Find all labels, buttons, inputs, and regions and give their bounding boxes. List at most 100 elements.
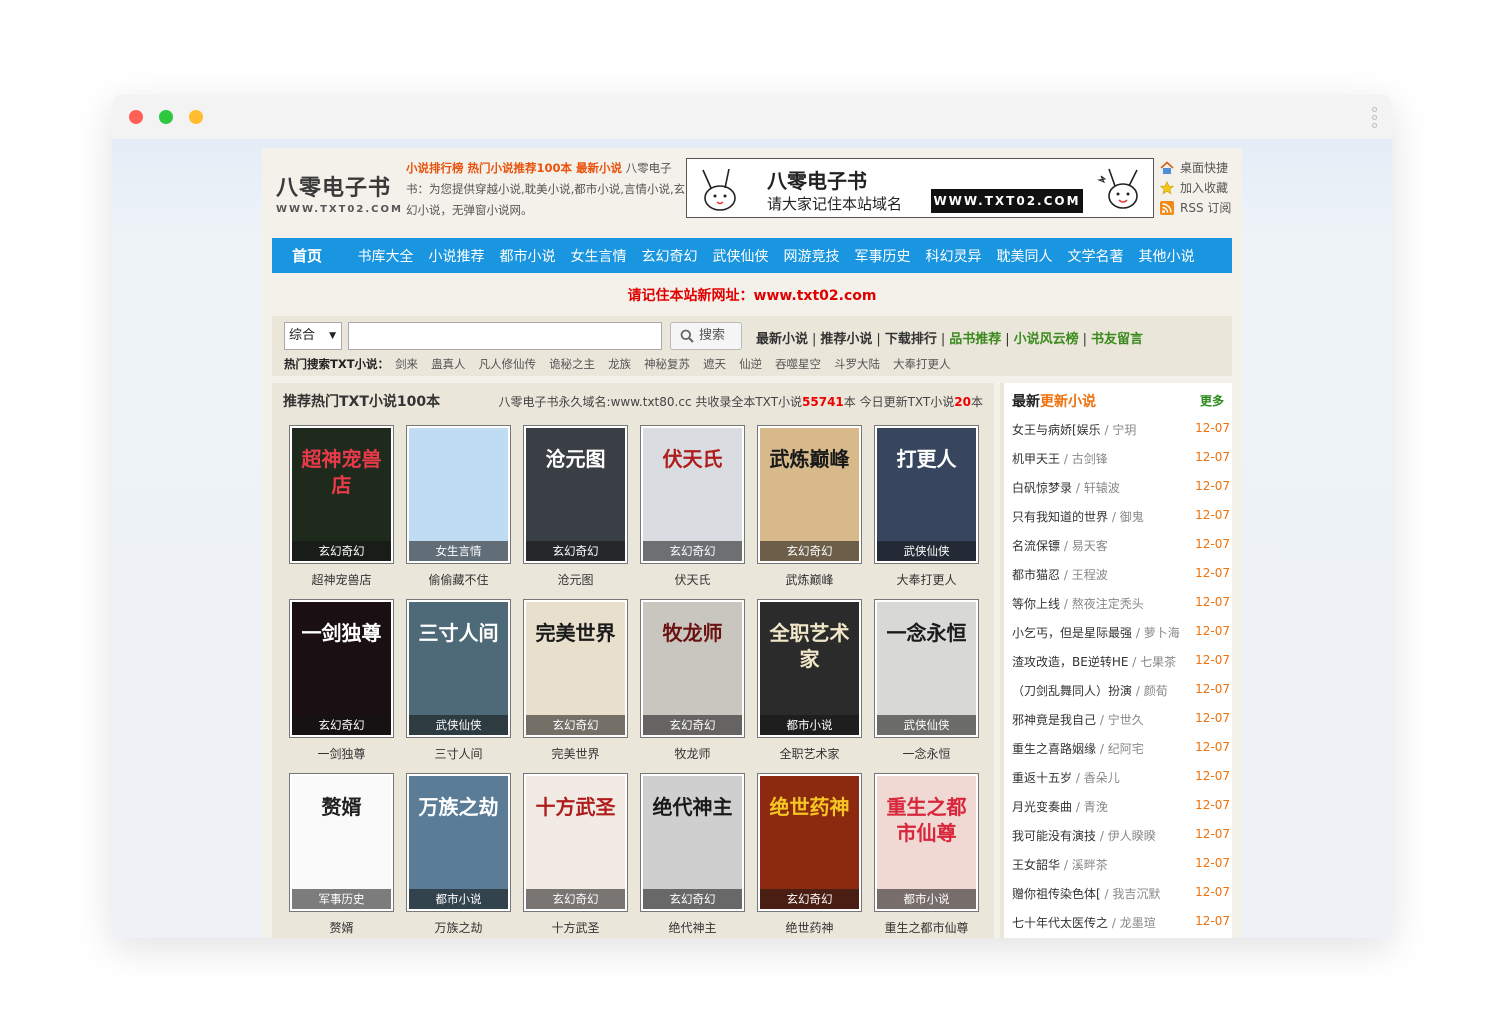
nav-item[interactable]: 小说推荐: [421, 246, 492, 266]
update-author[interactable]: 香朵儿: [1084, 771, 1120, 785]
list-item[interactable]: 名流保镖 / 易天客 12-07: [1012, 537, 1230, 566]
hot-search-item[interactable]: 蛊真人: [431, 357, 466, 371]
update-author[interactable]: 古剑锋: [1072, 452, 1108, 466]
update-title[interactable]: 都市猫忍: [1012, 568, 1060, 582]
list-item[interactable]: 女王与病娇[娱乐 / 宁玥 12-07: [1012, 421, 1230, 450]
hot-search-item[interactable]: 仙逆: [739, 357, 762, 371]
hot-search-item[interactable]: 斗罗大陆: [834, 357, 880, 371]
zoom-window-button[interactable]: [159, 110, 173, 124]
update-author[interactable]: 纪阿宅: [1108, 742, 1144, 756]
update-author[interactable]: 宁世久: [1108, 713, 1144, 727]
book-title[interactable]: 沧元图: [523, 571, 628, 588]
quick-link-pinshu[interactable]: 品书推荐: [949, 332, 1001, 347]
quick-link-latest[interactable]: 最新小说: [756, 332, 808, 347]
book-cover[interactable]: 一剑独尊 玄幻奇幻: [289, 599, 394, 738]
list-item[interactable]: 邪神竟是我自己 / 宁世久 12-07: [1012, 711, 1230, 740]
book-title[interactable]: 绝代神主: [640, 919, 745, 936]
more-link[interactable]: 更多: [1200, 392, 1224, 409]
update-title[interactable]: 七十年代太医传之: [1012, 916, 1108, 930]
add-favorite-link[interactable]: 加入收藏: [1160, 178, 1240, 198]
list-item[interactable]: 月光变奏曲 / 青浼 12-07: [1012, 798, 1230, 827]
list-item[interactable]: 七十年代太医传之 / 龙墨瑄 12-07: [1012, 914, 1230, 938]
nav-item[interactable]: 玄幻奇幻: [634, 246, 705, 266]
list-item[interactable]: 重生之喜路姻缘 / 纪阿宅 12-07: [1012, 740, 1230, 769]
nav-item[interactable]: 书库大全: [350, 246, 421, 266]
nav-item[interactable]: 都市小说: [492, 246, 563, 266]
hot-search-item[interactable]: 诡秘之主: [549, 357, 595, 371]
nav-item[interactable]: 文学名著: [1060, 246, 1131, 266]
update-author[interactable]: 王程波: [1072, 568, 1108, 582]
site-logo[interactable]: 八零电子书 WWW.TXT02.COM: [276, 170, 401, 215]
update-title[interactable]: （刀剑乱舞同人）扮演: [1012, 684, 1132, 698]
more-options-icon[interactable]: [1372, 107, 1378, 131]
update-author[interactable]: 轩辕波: [1084, 481, 1120, 495]
update-title[interactable]: 白矾惊梦录: [1012, 481, 1072, 495]
quick-link-recommend[interactable]: 推荐小说: [820, 332, 872, 347]
update-title[interactable]: 重返十五岁: [1012, 771, 1072, 785]
book-title[interactable]: 偷偷藏不住: [406, 571, 511, 588]
book-cover[interactable]: 武炼巅峰 玄幻奇幻: [757, 425, 862, 564]
list-item[interactable]: 只有我知道的世界 / 御鬼 12-07: [1012, 508, 1230, 537]
book-title[interactable]: 重生之都市仙尊: [874, 919, 979, 936]
nav-item[interactable]: 女生言情: [563, 246, 634, 266]
update-title[interactable]: 渣攻改造，BE逆转HE: [1012, 655, 1128, 669]
book-cover[interactable]: 万族之劫 都市小说: [406, 773, 511, 912]
book-title[interactable]: 赘婿: [289, 919, 394, 936]
update-author[interactable]: 我吉沉默: [1112, 887, 1160, 901]
quick-link-guestbook[interactable]: 书友留言: [1091, 332, 1143, 347]
update-title[interactable]: 邪神竟是我自己: [1012, 713, 1096, 727]
update-title[interactable]: 我可能没有演技: [1012, 829, 1096, 843]
update-author[interactable]: 萝卜海: [1144, 626, 1180, 640]
update-title[interactable]: 小乞丐，但是星际最强: [1012, 626, 1132, 640]
update-title[interactable]: 机甲天王: [1012, 452, 1060, 466]
book-title[interactable]: 万族之劫: [406, 919, 511, 936]
update-author[interactable]: 溪畔茶: [1072, 858, 1108, 872]
book-title[interactable]: 绝世药神: [757, 919, 862, 936]
update-author[interactable]: 青浼: [1084, 800, 1108, 814]
update-title[interactable]: 名流保镖: [1012, 539, 1060, 553]
intro-links[interactable]: 小说排行榜 热门小说推荐100本 最新小说: [406, 161, 622, 175]
nav-item[interactable]: 耽美同人: [989, 246, 1060, 266]
update-author[interactable]: 龙墨瑄: [1120, 916, 1156, 930]
domain-banner[interactable]: 八零电子书 请大家记住本站域名 WWW.TXT02.COM: [686, 158, 1154, 218]
list-item[interactable]: 赠你祖传染色体[ / 我吉沉默 12-07: [1012, 885, 1230, 914]
update-title[interactable]: 重生之喜路姻缘: [1012, 742, 1096, 756]
book-cover[interactable]: 完美世界 玄幻奇幻: [523, 599, 628, 738]
update-title[interactable]: 只有我知道的世界: [1012, 510, 1108, 524]
list-item[interactable]: （刀剑乱舞同人）扮演 / 颜荀 12-07: [1012, 682, 1230, 711]
book-title[interactable]: 三寸人间: [406, 745, 511, 762]
desktop-shortcut-link[interactable]: 桌面快捷: [1160, 158, 1240, 178]
book-title[interactable]: 一念永恒: [874, 745, 979, 762]
list-item[interactable]: 渣攻改造，BE逆转HE / 七果茶 12-07: [1012, 653, 1230, 682]
book-cover[interactable]: 一念永恒 武侠仙侠: [874, 599, 979, 738]
update-title[interactable]: 王女韶华: [1012, 858, 1060, 872]
list-item[interactable]: 等你上线 / 熬夜注定秃头 12-07: [1012, 595, 1230, 624]
update-author[interactable]: 七果茶: [1140, 655, 1176, 669]
search-button[interactable]: 搜索: [670, 322, 742, 350]
list-item[interactable]: 机甲天王 / 古剑锋 12-07: [1012, 450, 1230, 479]
book-cover[interactable]: 绝代神主 玄幻奇幻: [640, 773, 745, 912]
book-cover[interactable]: 沧元图 玄幻奇幻: [523, 425, 628, 564]
book-cover[interactable]: 打更人 武侠仙侠: [874, 425, 979, 564]
book-title[interactable]: 全职艺术家: [757, 745, 862, 762]
minimize-window-button[interactable]: [189, 110, 203, 124]
hot-search-item[interactable]: 剑来: [395, 357, 418, 371]
nav-home[interactable]: 首页: [272, 245, 350, 266]
book-cover[interactable]: 十方武圣 玄幻奇幻: [523, 773, 628, 912]
nav-item[interactable]: 武侠仙侠: [705, 246, 776, 266]
book-cover[interactable]: 赘婿 军事历史: [289, 773, 394, 912]
book-cover[interactable]: 绝世药神 玄幻奇幻: [757, 773, 862, 912]
book-cover[interactable]: 三寸人间 武侠仙侠: [406, 599, 511, 738]
list-item[interactable]: 都市猫忍 / 王程波 12-07: [1012, 566, 1230, 595]
hot-search-item[interactable]: 龙族: [608, 357, 631, 371]
hot-search-item[interactable]: 凡人修仙传: [479, 357, 537, 371]
update-author[interactable]: 颜荀: [1144, 684, 1168, 698]
book-title[interactable]: 武炼巅峰: [757, 571, 862, 588]
hot-search-item[interactable]: 神秘复苏: [644, 357, 690, 371]
book-title[interactable]: 伏天氏: [640, 571, 745, 588]
update-author[interactable]: 熬夜注定秃头: [1072, 597, 1144, 611]
list-item[interactable]: 白矾惊梦录 / 轩辕波 12-07: [1012, 479, 1230, 508]
search-type-select[interactable]: 综合 ▼: [284, 322, 342, 350]
rss-subscribe-link[interactable]: RSS 订阅: [1160, 198, 1240, 218]
quick-link-fengyun[interactable]: 小说风云榜: [1014, 332, 1079, 347]
